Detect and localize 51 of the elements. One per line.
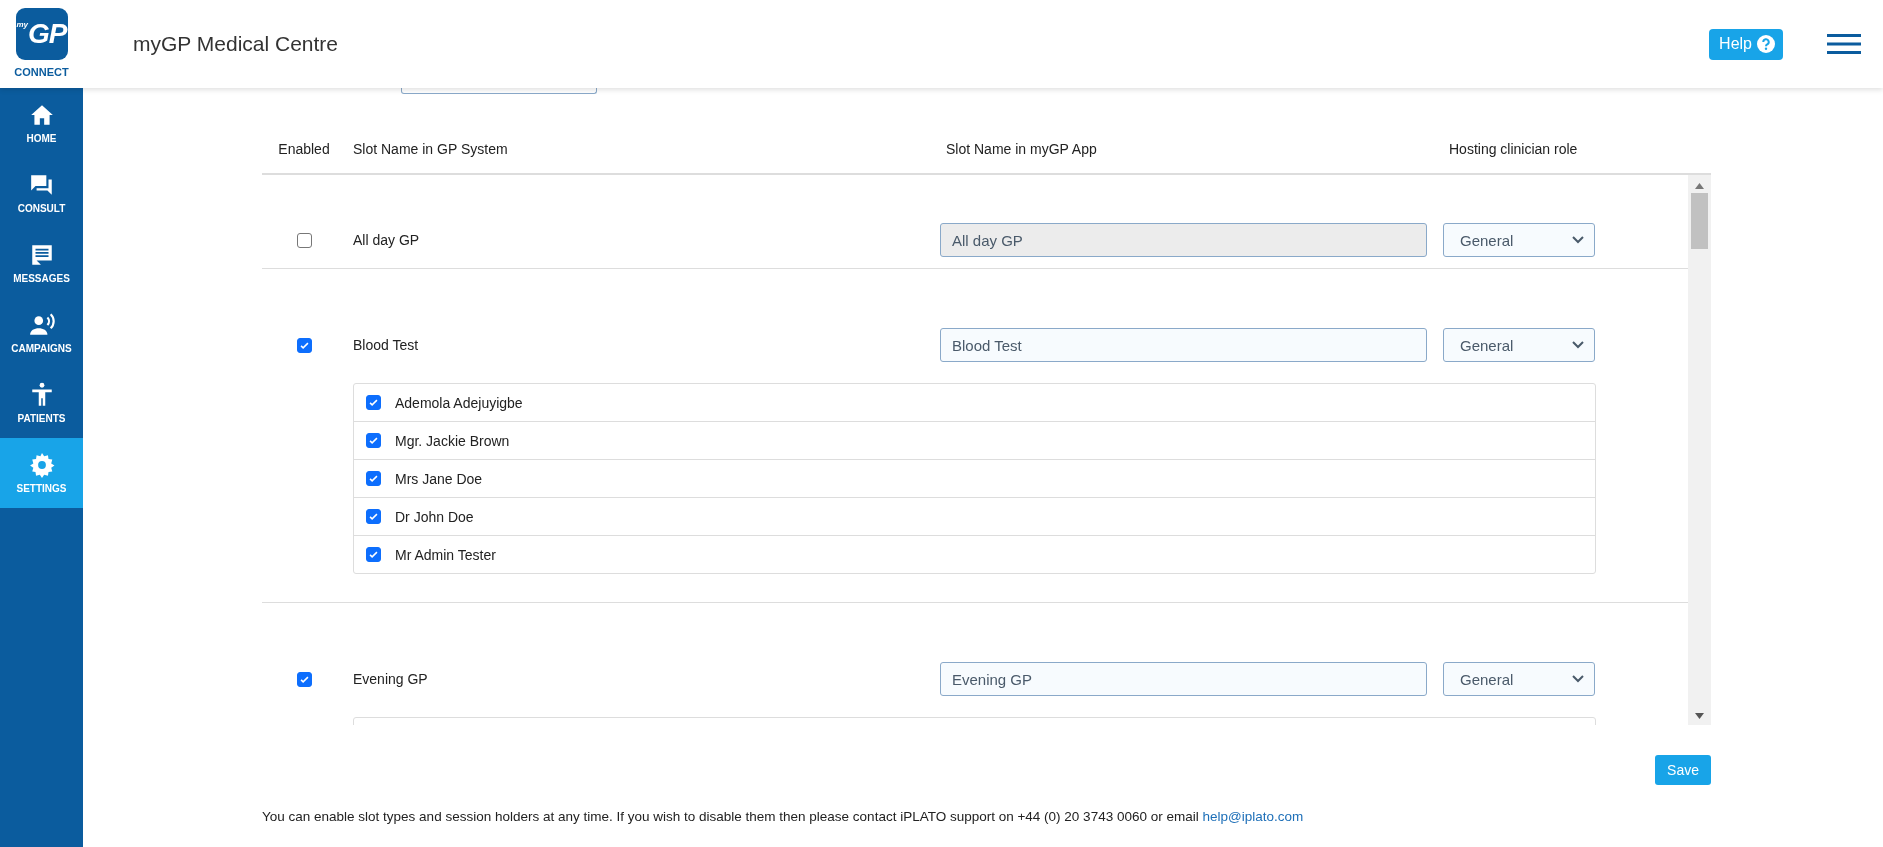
session-holder-name: Ademola Adejuyigbe bbox=[395, 394, 523, 411]
chevron-down-icon bbox=[1572, 341, 1584, 349]
nav-item[interactable]: CONSULT bbox=[0, 158, 83, 228]
scroll-up-icon[interactable] bbox=[1695, 183, 1704, 189]
role-dropdown[interactable]: General bbox=[1443, 328, 1595, 362]
column-header: Slot Name in GP System bbox=[353, 141, 509, 157]
app-slot-name-field[interactable]: Blood Test bbox=[940, 328, 1427, 362]
nav-item[interactable]: PATIENTS bbox=[0, 368, 83, 438]
checkmark-icon bbox=[368, 435, 379, 446]
slot-name: Blood Test bbox=[353, 337, 420, 353]
practice-title: myGP Medical Centre bbox=[133, 32, 340, 56]
nav-item[interactable]: MESSAGES bbox=[0, 228, 83, 298]
session-holder-name: Mrs Jane Doe bbox=[395, 470, 483, 487]
role-dropdown[interactable]: General bbox=[1443, 662, 1595, 696]
checkbox[interactable] bbox=[366, 509, 381, 524]
column-header: Hosting clinician role bbox=[1448, 141, 1579, 157]
checkmark-icon bbox=[368, 511, 379, 522]
checkbox[interactable] bbox=[366, 433, 381, 448]
slot-name: All day GP bbox=[353, 232, 421, 248]
text-field[interactable] bbox=[401, 88, 597, 94]
footer-note: You can enable slot types and session holders at any time. If you wish to disable them then please contact iPLATO support on +44 (0) 20 3743 0060 or email help@iplato.com bbox=[262, 809, 1305, 824]
session-holder-name: Mgr. Jackie Brown bbox=[395, 432, 510, 449]
checkbox[interactable] bbox=[366, 395, 381, 410]
scroll-down-icon[interactable] bbox=[1695, 713, 1704, 719]
session-holder-name: Dr John Doe bbox=[395, 508, 474, 525]
checkbox[interactable] bbox=[366, 547, 381, 562]
logo-caption: CONNECT bbox=[14, 66, 69, 78]
help-icon bbox=[1757, 35, 1775, 53]
app-slot-name-field[interactable]: Evening GP bbox=[940, 662, 1427, 696]
gear-icon bbox=[28, 452, 55, 478]
scrollbar[interactable] bbox=[1688, 175, 1711, 725]
role-dropdown[interactable]: General bbox=[1443, 223, 1595, 257]
nav-item[interactable]: CAMPAIGNS bbox=[0, 298, 83, 368]
nav-item[interactable]: HOME bbox=[0, 88, 83, 158]
checkmark-icon bbox=[368, 549, 379, 560]
column-header: Enabled bbox=[278, 141, 330, 157]
chevron-down-icon bbox=[1572, 675, 1584, 683]
checkbox[interactable] bbox=[366, 471, 381, 486]
person-speaking-icon bbox=[28, 312, 55, 338]
column-header: Slot Name in myGP App bbox=[945, 141, 1098, 157]
checkbox[interactable] bbox=[296, 671, 312, 687]
checkmark-icon bbox=[368, 473, 379, 484]
checkmark-icon bbox=[368, 397, 379, 408]
chevron-down-icon bbox=[1572, 236, 1584, 244]
checkbox[interactable] bbox=[296, 337, 312, 353]
scroll-thumb[interactable] bbox=[1691, 193, 1708, 249]
email-link[interactable]: help@iplato.com bbox=[1202, 809, 1304, 824]
checkbox[interactable] bbox=[296, 232, 312, 248]
menu-icon[interactable] bbox=[1827, 34, 1861, 54]
slot-name: Evening GP bbox=[353, 671, 429, 687]
session-holder-name: Mr Admin Tester bbox=[395, 546, 496, 563]
